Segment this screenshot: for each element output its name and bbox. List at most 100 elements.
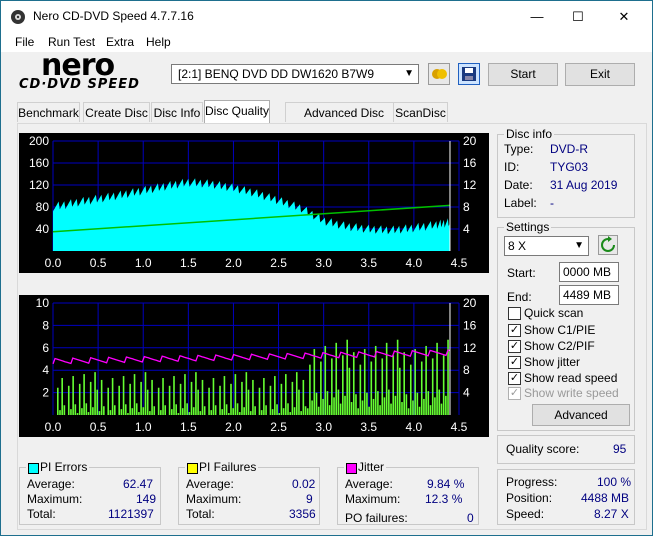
pif-bar: [133, 374, 136, 415]
minimize-button[interactable]: —: [514, 1, 560, 32]
start-label: Start:: [507, 266, 536, 280]
advanced-button[interactable]: Advanced: [532, 404, 630, 426]
show-c1-label: Show C1/PIE: [524, 323, 596, 337]
disc-date-value: 31 Aug 2019: [550, 178, 618, 192]
pif-bar: [149, 411, 151, 415]
start-button[interactable]: Start: [488, 63, 558, 86]
tab-scandisc[interactable]: ScanDisc: [393, 102, 448, 122]
y2-tick-label: 8: [463, 200, 470, 214]
x-tick-label: 0.0: [45, 256, 62, 270]
pif-bar: [208, 387, 210, 415]
pif-bar: [291, 381, 294, 415]
pie-chart-plot: 0.0 0.5 1.0 1.5 2.0 2.5 3.0 3.5 4.0 4.5 200 160 120 8…: [29, 134, 477, 270]
quick-scan-checkbox[interactable]: [508, 307, 521, 320]
y-tick-label: 120: [29, 178, 49, 192]
show-jitter-checkbox[interactable]: ✓: [508, 356, 521, 369]
end-label: End:: [507, 290, 532, 304]
maximize-button[interactable]: ☐: [555, 1, 601, 32]
show-read-speed-checkbox[interactable]: ✓: [508, 372, 521, 385]
x-tick-label: 1.0: [135, 256, 152, 270]
show-c2-checkbox[interactable]: ✓: [508, 340, 521, 353]
y-tick-label: 8: [42, 318, 49, 332]
pif-bar: [160, 410, 162, 415]
tab-benchmark[interactable]: Benchmark: [17, 102, 80, 122]
start-input[interactable]: 0000 MB: [559, 262, 619, 282]
show-c2-label: Show C2/PIF: [524, 339, 595, 353]
pif-bar: [157, 387, 160, 415]
pif-bar: [333, 397, 335, 415]
pif-bar: [232, 408, 234, 415]
pif-bar: [56, 387, 59, 415]
po-failures-label: PO failures:: [345, 511, 408, 525]
x-tick-label: 3.5: [360, 256, 377, 270]
pif-bar: [331, 358, 333, 415]
pif-bar: [190, 381, 193, 415]
pif-bar: [171, 409, 173, 415]
refresh-button[interactable]: [598, 235, 618, 255]
pif-bar: [399, 367, 401, 415]
pif-bar: [388, 389, 390, 415]
pif-bar: [76, 413, 79, 415]
pif-bar: [396, 339, 399, 415]
pif-bar: [311, 400, 313, 415]
settings-title: Settings: [504, 220, 552, 234]
pif-bar: [96, 389, 99, 415]
pi-failures-total-label: Total:: [186, 507, 215, 521]
x-tick-label: 3.0: [315, 256, 332, 270]
menu-help[interactable]: Help: [146, 35, 171, 49]
pif-bar: [254, 406, 256, 415]
speed-select[interactable]: 8 X ▼: [504, 236, 589, 256]
pif-bar: [210, 410, 213, 415]
save-button[interactable]: [458, 63, 480, 85]
pif-bar: [107, 387, 110, 415]
tab-advanced-disc-quality[interactable]: Advanced Disc Quality: [285, 102, 403, 140]
pif-bar: [385, 342, 388, 415]
quality-score-label: Quality score:: [506, 442, 580, 456]
pif-bar: [72, 376, 74, 415]
pif-bar: [173, 376, 175, 415]
menu-run-test[interactable]: Run Test: [48, 35, 95, 49]
pi-errors-max-value: 149: [136, 492, 157, 506]
x-tick-label: 4.5: [451, 256, 468, 270]
drive-select[interactable]: [2:1] BENQ DVD DD DW1620 B7W9 ▼: [171, 64, 419, 84]
pif-bar: [392, 355, 395, 415]
pif-bar: [285, 374, 287, 415]
x-tick-label: 3.5: [360, 420, 377, 434]
menu-extra[interactable]: Extra: [106, 35, 134, 49]
menu-file[interactable]: File: [15, 35, 34, 49]
quick-scan-label: Quick scan: [524, 306, 584, 320]
pif-bar: [298, 389, 300, 415]
tab-create-disc[interactable]: Create Disc: [83, 102, 150, 122]
end-input[interactable]: 4489 MB: [559, 285, 619, 305]
pif-bar: [280, 383, 283, 415]
pif-bar: [175, 404, 177, 415]
exit-button[interactable]: Exit: [565, 63, 635, 86]
pif-bar: [425, 345, 427, 415]
pif-bar: [186, 403, 188, 415]
close-button[interactable]: ✕: [601, 1, 647, 32]
tab-disc-quality[interactable]: Disc Quality: [204, 100, 270, 123]
tab-disc-info[interactable]: Disc Info: [151, 102, 203, 122]
x-tick-label: 2.0: [225, 256, 242, 270]
pif-bar: [144, 372, 147, 415]
pif-bar: [407, 408, 410, 415]
pif-bar: [192, 407, 195, 415]
y-tick-label: 80: [36, 200, 50, 214]
y2-tick-label: 16: [463, 318, 477, 332]
y-tick-label: 6: [42, 341, 49, 355]
pif-bar: [81, 408, 83, 415]
pif-bar: [199, 411, 202, 415]
disc-info-title: Disc info: [504, 127, 555, 141]
disc-id-label: ID:: [504, 160, 520, 174]
disc-date-label: Date:: [504, 178, 533, 192]
pif-bar: [85, 403, 88, 415]
pif-bar: [368, 406, 370, 415]
y-tick-label: 10: [36, 296, 50, 310]
show-c1-checkbox[interactable]: ✓: [508, 324, 521, 337]
pif-bar: [162, 377, 164, 415]
pif-bar: [363, 349, 366, 415]
pif-bar: [366, 392, 368, 415]
refresh-icon: [601, 236, 615, 252]
eject-button[interactable]: [428, 63, 450, 85]
pif-bar: [92, 407, 94, 415]
